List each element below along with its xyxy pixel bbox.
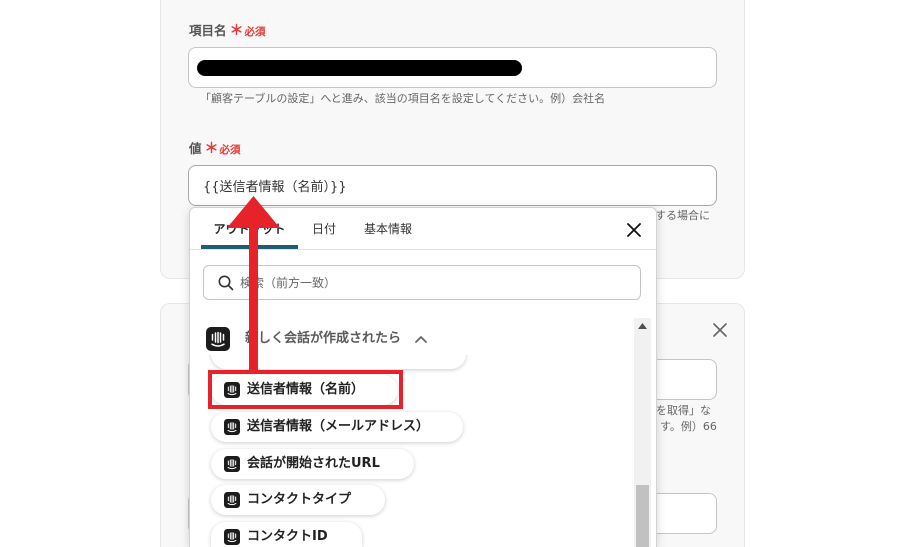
next-help-line-2: す。例）66 — [660, 420, 717, 433]
required-mark: ＊ — [229, 23, 244, 39]
required-badge: 必須 — [244, 26, 266, 38]
tab-basic-info[interactable]: 基本情報 — [358, 208, 418, 249]
scrollbar-thumb[interactable] — [636, 485, 649, 547]
tab-basic-info-label: 基本情報 — [363, 222, 412, 236]
intercom-icon — [224, 419, 240, 435]
intercom-icon — [224, 492, 240, 508]
list-item-sender-email[interactable]: 送信者情報（メールアドレス） — [211, 412, 464, 442]
list-item-label: 送信者情報（名前） — [247, 382, 365, 397]
tab-output[interactable]: アウトプット — [201, 208, 298, 249]
list-item-label: コンタクトタイプ — [247, 492, 352, 507]
intercom-icon — [224, 382, 240, 398]
value-label: 値＊必須 — [189, 141, 241, 157]
tab-date[interactable]: 日付 — [304, 208, 344, 249]
next-help-line-1: を取得」な — [656, 404, 711, 417]
list-item-label: 送信者情報（メールアドレス） — [247, 419, 430, 434]
list-item-label: コンタクトID — [247, 529, 328, 544]
required-mark: ＊ — [204, 141, 219, 157]
close-icon[interactable] — [713, 323, 727, 337]
scrollbar[interactable] — [634, 318, 651, 547]
item-name-input[interactable] — [188, 47, 717, 88]
list-item-conversation-url[interactable]: 会話が開始されたURL — [211, 449, 414, 479]
list-item-label: 会話が開始されたURL — [247, 456, 380, 471]
intercom-icon — [224, 456, 240, 472]
output-list: 送信者情報（名前） 送信者情報（メールアドレス） 会話が開始されたURL コンタ… — [190, 355, 634, 547]
list-item-partial[interactable] — [211, 355, 466, 369]
chevron-up-icon[interactable] — [415, 335, 427, 343]
value-label-text: 値 — [189, 141, 202, 156]
variable-picker-dropdown: アウトプット 日付 基本情報 新しく会話が作成されたら — [189, 207, 657, 547]
tab-output-label: アウトプット — [213, 222, 286, 236]
list-item-sender-name[interactable]: 送信者情報（名前） — [208, 370, 404, 409]
app-root: 項目名 ＊必須 「顧客テーブルの設定」へと進み、該当の項目名を設定してください。例… — [0, 0, 920, 547]
list-item-contact-id[interactable]: コンタクトID — [211, 522, 362, 547]
close-icon[interactable] — [627, 223, 641, 237]
group-header-label[interactable]: 新しく会話が作成されたら — [245, 331, 401, 347]
search-icon — [218, 275, 234, 291]
value-input[interactable] — [188, 165, 717, 206]
required-badge: 必須 — [219, 144, 241, 156]
search-box[interactable] — [203, 265, 641, 300]
redaction-bar — [197, 60, 522, 76]
item-name-label-text: 項目名 — [189, 23, 227, 38]
scroll-up-arrow-icon[interactable] — [638, 323, 647, 329]
intercom-icon — [224, 529, 240, 545]
search-input[interactable] — [240, 266, 630, 299]
value-help: する場合に — [655, 209, 710, 222]
list-item-contact-type[interactable]: コンタクトタイプ — [211, 485, 386, 515]
tab-divider — [190, 249, 656, 250]
tab-date-label: 日付 — [311, 222, 336, 236]
intercom-icon — [206, 327, 230, 351]
item-name-label: 項目名 ＊必須 — [189, 23, 266, 39]
item-name-help: 「顧客テーブルの設定」へと進み、該当の項目名を設定してください。例）会社名 — [200, 92, 606, 105]
